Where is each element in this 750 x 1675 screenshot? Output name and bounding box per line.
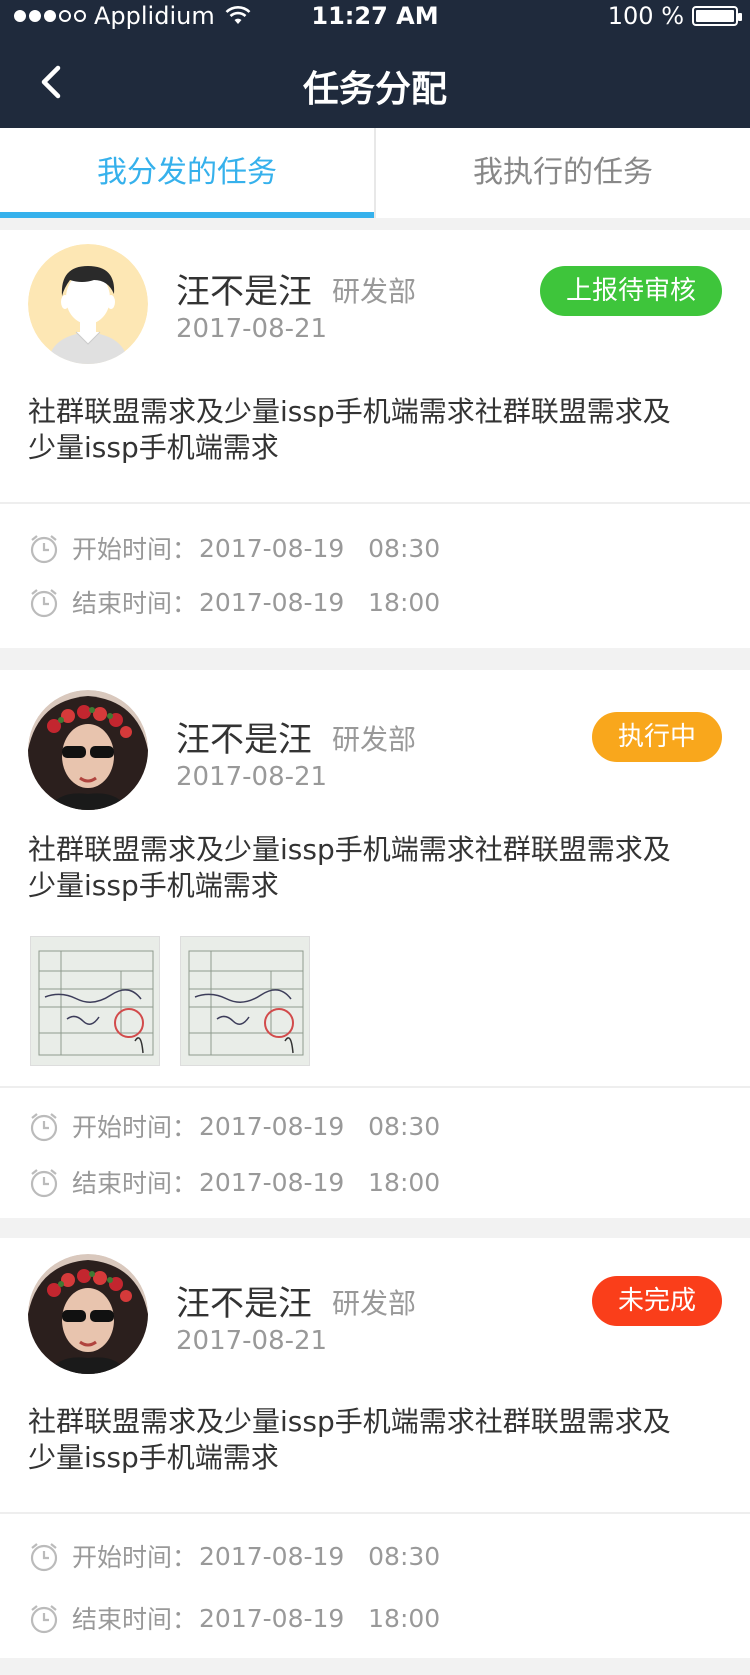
- avatar: [28, 244, 148, 364]
- end-time-row: 结束时间： 2017-08-19 18:00: [28, 584, 440, 620]
- start-time-label: 开始时间：: [72, 1543, 198, 1572]
- status-right: 100 %: [607, 2, 742, 30]
- start-time-label: 开始时间：: [72, 1113, 198, 1142]
- status-badge: 上报待审核: [539, 266, 722, 316]
- task-description-line: 社群联盟需求及少量issp手机端需求社群联盟需求及: [28, 1405, 671, 1438]
- page-title: 任务分配: [302, 69, 447, 110]
- clock-icon: [30, 535, 58, 564]
- clock-icon: [30, 1543, 58, 1572]
- end-time-row: 结束时间： 2017-08-19 18:00: [28, 1600, 440, 1636]
- task-description-line: 少量issp手机端需求: [28, 431, 279, 464]
- divider: [0, 502, 750, 504]
- end-time-label: 结束时间：: [72, 589, 198, 618]
- start-time-value: 2017-08-19 08:30: [199, 1541, 441, 1571]
- start-time-row: 开始时间： 2017-08-19 08:30: [28, 1108, 440, 1144]
- task-description-line: 社群联盟需求及少量issp手机端需求社群联盟需求及: [28, 833, 671, 866]
- end-time-label: 结束时间：: [72, 1169, 198, 1198]
- end-time-value: 2017-08-19 18:00: [199, 1167, 441, 1197]
- clock-icon: [30, 589, 58, 618]
- start-time-value: 2017-08-19 08:30: [199, 1111, 441, 1141]
- task-description-line: 社群联盟需求及少量issp手机端需求社群联盟需求及: [28, 395, 671, 428]
- task-card[interactable]: 汪不是汪 研发部 2017-08-21 未完成 社群联盟需求及少量issp手机端…: [0, 1238, 750, 1658]
- battery-percent: 100 %: [607, 2, 684, 30]
- assigner-dept: 研发部: [332, 723, 417, 756]
- status-badge: 执行中: [591, 712, 722, 762]
- clock-icon: [30, 1605, 58, 1634]
- clock-icon: [30, 1113, 58, 1142]
- end-time-value: 2017-08-19 18:00: [199, 1603, 441, 1633]
- assigner-dept: 研发部: [332, 275, 417, 308]
- tab-distributed-tasks[interactable]: 我分发的任务: [0, 128, 374, 218]
- task-description: 社群联盟需求及少量issp手机端需求社群联盟需求及 少量issp手机端需求: [28, 832, 722, 904]
- status-bar: Applidium 11:27 AM 100 %: [0, 0, 750, 34]
- start-time-row: 开始时间： 2017-08-19 08:30: [28, 530, 440, 566]
- attachment-image[interactable]: [30, 936, 160, 1066]
- start-time-label: 开始时间：: [72, 535, 198, 564]
- divider: [0, 1086, 750, 1088]
- task-card[interactable]: 汪不是汪 研发部 2017-08-21 执行中 社群联盟需求及少量issp手机端…: [0, 670, 750, 1218]
- task-date: 2017-08-21: [176, 762, 328, 792]
- task-description-line: 少量issp手机端需求: [28, 869, 279, 902]
- tab-bar: 我分发的任务 我执行的任务: [0, 128, 750, 218]
- battery-icon: [692, 6, 742, 26]
- avatar: [28, 690, 148, 810]
- start-time-row: 开始时间： 2017-08-19 08:30: [28, 1538, 440, 1574]
- status-badge: 未完成: [591, 1276, 722, 1326]
- tab-executed-tasks[interactable]: 我执行的任务: [376, 128, 750, 218]
- task-description: 社群联盟需求及少量issp手机端需求社群联盟需求及 少量issp手机端需求: [28, 1404, 722, 1476]
- start-time-value: 2017-08-19 08:30: [199, 533, 441, 563]
- clock-icon: [30, 1169, 58, 1198]
- app-header: Applidium 11:27 AM 100 % 任务分配: [0, 0, 750, 128]
- end-time-label: 结束时间：: [72, 1605, 198, 1634]
- task-date: 2017-08-21: [176, 314, 328, 344]
- divider: [0, 1512, 750, 1514]
- attachment-image[interactable]: [180, 936, 310, 1066]
- assigner-name: 汪不是汪: [176, 272, 312, 312]
- end-time-row: 结束时间： 2017-08-19 18:00: [28, 1164, 440, 1200]
- task-description-line: 少量issp手机端需求: [28, 1441, 279, 1474]
- task-card[interactable]: 汪不是汪 研发部 2017-08-21 上报待审核 社群联盟需求及少量issp手…: [0, 230, 750, 648]
- end-time-value: 2017-08-19 18:00: [199, 587, 441, 617]
- task-date: 2017-08-21: [176, 1326, 328, 1356]
- task-description: 社群联盟需求及少量issp手机端需求社群联盟需求及 少量issp手机端需求: [28, 394, 722, 466]
- assigner-name: 汪不是汪: [176, 720, 312, 760]
- assigner-dept: 研发部: [332, 1287, 417, 1320]
- assigner-name: 汪不是汪: [176, 1284, 312, 1324]
- avatar: [28, 1254, 148, 1374]
